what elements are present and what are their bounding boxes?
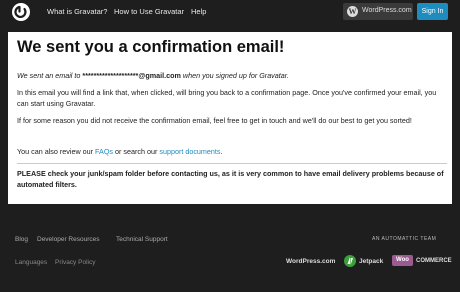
support-documents-link[interactable]: support documents [159, 147, 220, 156]
spam-notice: PLEASE check your junk/spam folder befor… [17, 169, 444, 189]
footer-privacy-policy-link[interactable]: Privacy Policy [55, 259, 95, 266]
footer-developer-resources-link[interactable]: Developer Resources [37, 236, 100, 243]
masked-email: ********************@gmail.com [82, 71, 181, 80]
woo-commerce-label: COMMERCE [416, 258, 452, 264]
wordpress-brand-link[interactable]: WordPress.com [286, 258, 335, 265]
top-navigation: What is Gravatar? How to Use Gravatar He… [0, 0, 460, 24]
wordpress-label: WordPress.com [362, 7, 412, 14]
footer-technical-support-link[interactable]: Technical Support [116, 236, 168, 243]
woocommerce-brand-link[interactable]: Woo COMMERCE [392, 255, 452, 268]
nav-help[interactable]: Help [191, 7, 206, 16]
review-paragraph: You can also review our FAQs or search o… [17, 146, 447, 157]
wordpress-login-button[interactable]: W WordPress.com [343, 3, 413, 20]
gravatar-logo-icon[interactable] [12, 3, 30, 21]
instructions-paragraph: In this email you will find a link that,… [17, 88, 437, 108]
sent-email-text: We sent an email to ********************… [17, 70, 447, 81]
wordpress-icon: W [347, 6, 358, 17]
faqs-link[interactable]: FAQs [95, 147, 113, 156]
review-mid: or search our [113, 147, 160, 156]
review-suffix: . [220, 147, 223, 156]
jetpack-label: Jetpack [359, 258, 384, 265]
page-title: We sent you a confirmation email! [17, 38, 285, 56]
not-received-paragraph: If for some reason you did not receive t… [17, 116, 412, 125]
woo-badge: Woo [392, 255, 413, 266]
footer-languages-link[interactable]: Languages [15, 259, 47, 266]
confirmation-card: We sent you a confirmation email! We sen… [8, 32, 452, 204]
footer-blog-link[interactable]: Blog [15, 236, 28, 243]
jetpack-icon [344, 255, 356, 267]
nav-how-to-use[interactable]: How to Use Gravatar [114, 7, 184, 16]
sign-in-button[interactable]: Sign In [417, 3, 448, 20]
sent-suffix: when you signed up for Gravatar. [180, 71, 289, 80]
sent-prefix: We sent an email to [17, 71, 83, 80]
nav-what-is-gravatar[interactable]: What is Gravatar? [47, 7, 107, 16]
review-prefix: You can also review our [17, 147, 96, 156]
automattic-tag[interactable]: AN AUTOMATTIC TEAM [372, 236, 436, 242]
divider [17, 163, 447, 164]
